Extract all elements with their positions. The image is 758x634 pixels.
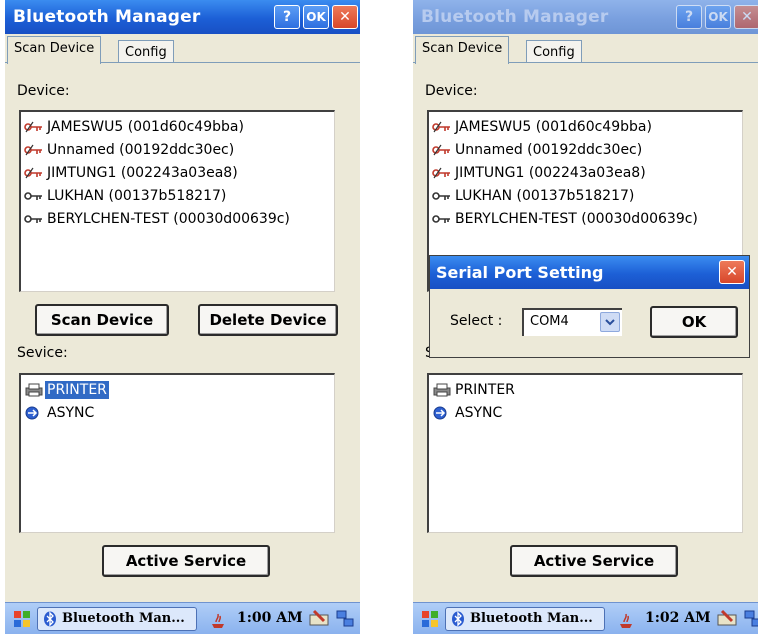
list-item[interactable]: JIMTUNG1 (002243a03ea8): [429, 161, 742, 184]
taskbar-app-label: Bluetooth Man...: [470, 611, 593, 626]
com-port-value: COM4: [530, 314, 569, 329]
java-icon[interactable]: [207, 608, 229, 630]
broken-link-icon: [432, 121, 450, 132]
title-bar: Bluetooth Manager ? OK ✕: [413, 0, 758, 34]
list-item[interactable]: Unnamed (00192ddc30ec): [21, 138, 334, 161]
close-button[interactable]: ✕: [734, 5, 758, 29]
active-service-button[interactable]: Active Service: [102, 545, 270, 577]
list-item[interactable]: LUKHAN (00137b518217): [21, 184, 334, 207]
device-name: JAMESWU5 (001d60c49bba): [47, 118, 244, 135]
dialog-close-button[interactable]: ✕: [719, 260, 745, 284]
delete-device-button[interactable]: Delete Device: [198, 304, 338, 336]
keyboard-icon[interactable]: [308, 608, 330, 630]
active-service-button[interactable]: Active Service: [510, 545, 678, 577]
help-button[interactable]: ?: [274, 5, 300, 29]
list-item[interactable]: ASYNC: [429, 401, 742, 424]
list-item[interactable]: Unnamed (00192ddc30ec): [429, 138, 742, 161]
taskbar: Bluetooth Man... 1:02 AM: [413, 602, 758, 634]
key-icon: [24, 191, 42, 200]
key-icon: [432, 214, 450, 223]
device-name: JAMESWU5 (001d60c49bba): [455, 118, 652, 135]
device-name: JIMTUNG1 (002243a03ea8): [47, 164, 238, 181]
taskbar-app-label: Bluetooth Man...: [62, 611, 185, 626]
scan-device-button[interactable]: Scan Device: [35, 304, 169, 336]
tab-scan-device[interactable]: Scan Device: [415, 36, 510, 64]
list-item[interactable]: BERYLCHEN-TEST (00030d00639c): [21, 207, 334, 230]
select-label: Select :: [450, 313, 503, 329]
taskbar-app-button[interactable]: Bluetooth Man...: [445, 607, 605, 631]
printer-icon: [25, 383, 43, 396]
serial-port-setting-dialog: Serial Port Setting ✕ Select : COM4 OK: [429, 255, 750, 358]
list-item[interactable]: PRINTER: [429, 378, 742, 401]
bluetooth-icon: [44, 611, 56, 627]
key-icon: [24, 214, 42, 223]
broken-link-icon: [24, 167, 42, 178]
java-icon[interactable]: [615, 608, 637, 630]
taskbar: Bluetooth Man... 1:00 AM: [5, 602, 360, 634]
taskbar-app-button[interactable]: Bluetooth Man...: [37, 607, 197, 631]
dialog-ok-button[interactable]: OK: [650, 306, 738, 338]
printer-icon: [433, 383, 451, 396]
service-list[interactable]: PRINTER ASYNC: [19, 373, 335, 533]
window-title: Bluetooth Manager: [421, 7, 609, 27]
async-icon: [433, 406, 447, 419]
list-item[interactable]: JIMTUNG1 (002243a03ea8): [21, 161, 334, 184]
bluetooth-manager-window-left: Bluetooth Manager ? OK ✕ Scan Device Con…: [5, 0, 360, 634]
device-name: LUKHAN (00137b518217): [455, 187, 635, 204]
network-icon[interactable]: [742, 608, 758, 630]
window-title: Bluetooth Manager: [13, 7, 201, 27]
clock[interactable]: 1:02 AM: [645, 610, 711, 626]
bluetooth-icon: [452, 611, 464, 627]
windows-start-icon[interactable]: [11, 608, 33, 630]
help-button[interactable]: ?: [676, 5, 702, 29]
async-icon: [25, 406, 39, 419]
list-item[interactable]: LUKHAN (00137b518217): [429, 184, 742, 207]
service-label: Sevice:: [17, 345, 68, 361]
tab-bar: Scan Device Config: [5, 34, 360, 64]
key-icon: [432, 191, 450, 200]
com-port-select[interactable]: COM4: [522, 308, 622, 336]
service-name: ASYNC: [47, 404, 95, 421]
broken-link-icon: [432, 144, 450, 155]
device-label: Device:: [425, 83, 478, 99]
keyboard-icon[interactable]: [716, 608, 738, 630]
tab-config[interactable]: Config: [526, 40, 582, 62]
broken-link-icon: [24, 144, 42, 155]
device-list[interactable]: JAMESWU5 (001d60c49bba) Unnamed (00192dd…: [19, 110, 335, 292]
service-name: PRINTER: [455, 381, 515, 398]
tab-scan-device[interactable]: Scan Device: [7, 36, 102, 64]
chevron-down-icon[interactable]: [600, 312, 620, 332]
service-list[interactable]: PRINTER ASYNC: [427, 373, 743, 533]
windows-start-icon[interactable]: [419, 608, 441, 630]
service-name: PRINTER: [45, 380, 109, 399]
ok-button[interactable]: OK: [303, 5, 329, 29]
list-item[interactable]: PRINTER: [21, 378, 334, 401]
tab-config[interactable]: Config: [118, 40, 174, 62]
device-name: Unnamed (00192ddc30ec): [47, 141, 235, 158]
device-name: LUKHAN (00137b518217): [47, 187, 227, 204]
clock[interactable]: 1:00 AM: [237, 610, 303, 626]
close-button[interactable]: ✕: [332, 5, 358, 29]
dialog-title: Serial Port Setting: [436, 263, 604, 282]
ok-button[interactable]: OK: [705, 5, 731, 29]
device-name: Unnamed (00192ddc30ec): [455, 141, 643, 158]
list-item[interactable]: BERYLCHEN-TEST (00030d00639c): [429, 207, 742, 230]
device-name: JIMTUNG1 (002243a03ea8): [455, 164, 646, 181]
tab-bar: Scan Device Config: [413, 34, 758, 64]
broken-link-icon: [24, 121, 42, 132]
list-item[interactable]: JAMESWU5 (001d60c49bba): [21, 115, 334, 138]
list-item[interactable]: ASYNC: [21, 401, 334, 424]
list-item[interactable]: JAMESWU5 (001d60c49bba): [429, 115, 742, 138]
dialog-title-bar: Serial Port Setting ✕: [430, 256, 749, 289]
device-name: BERYLCHEN-TEST (00030d00639c): [455, 210, 698, 227]
service-name: ASYNC: [455, 404, 503, 421]
bluetooth-manager-window-right: Bluetooth Manager ? OK ✕ Scan Device Con…: [413, 0, 758, 634]
device-name: BERYLCHEN-TEST (00030d00639c): [47, 210, 290, 227]
device-label: Device:: [17, 83, 70, 99]
network-icon[interactable]: [334, 608, 356, 630]
title-bar: Bluetooth Manager ? OK ✕: [5, 0, 360, 34]
broken-link-icon: [432, 167, 450, 178]
